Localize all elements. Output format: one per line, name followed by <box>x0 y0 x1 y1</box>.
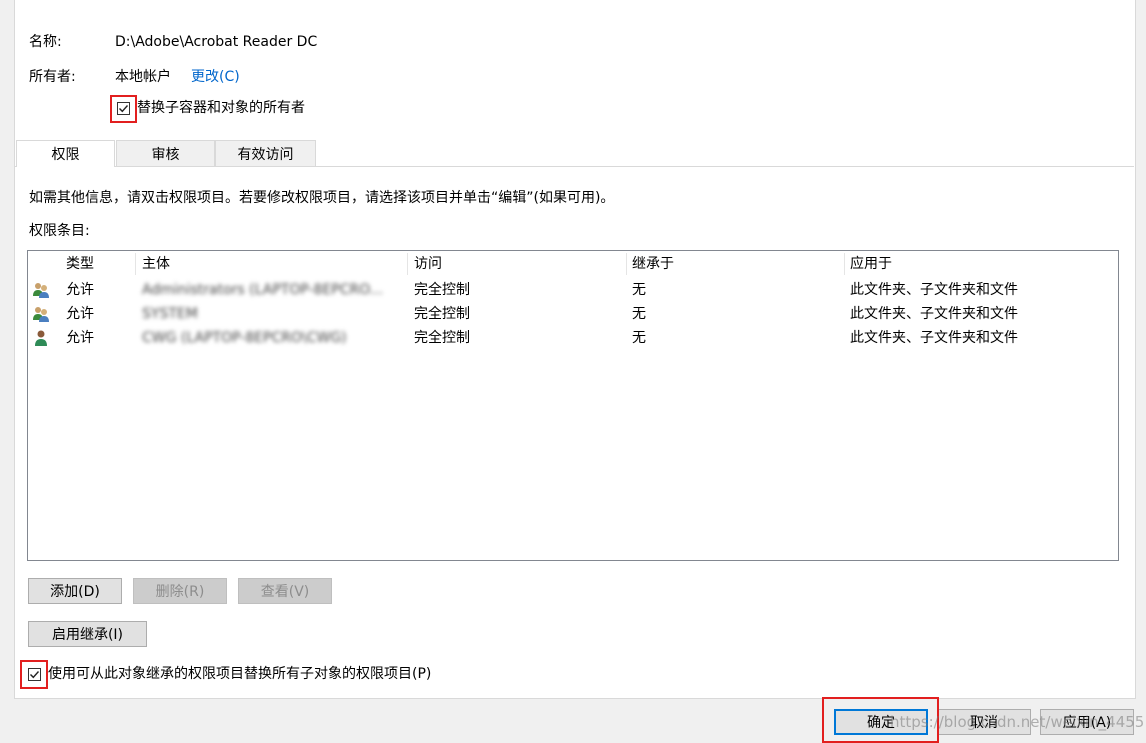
watermark: https://blog.csdn.net/weixin_44551277 <box>890 713 1146 731</box>
user-group-icon <box>33 307 49 322</box>
row-type: 允许 <box>66 330 94 346</box>
name-value: D:\Adobe\Acrobat Reader DC <box>115 34 318 50</box>
row-access: 完全控制 <box>414 306 470 322</box>
row-inherited-from: 无 <box>632 306 646 322</box>
row-applies-to: 此文件夹、子文件夹和文件 <box>850 330 1018 346</box>
name-label: 名称: <box>29 34 62 50</box>
table-row[interactable]: 允许 Administrators (LAPTOP-8EPCRO... 完全控制… <box>28 278 1118 302</box>
enable-inheritance-button[interactable]: 启用继承(I) <box>28 621 147 647</box>
tab-permissions[interactable]: 权限 <box>16 140 115 167</box>
add-button[interactable]: 添加(D) <box>28 578 122 604</box>
row-type: 允许 <box>66 306 94 322</box>
column-header-access[interactable]: 访问 <box>408 251 626 278</box>
row-inherited-from: 无 <box>632 330 646 346</box>
checkmark-icon <box>30 671 40 679</box>
row-applies-to: 此文件夹、子文件夹和文件 <box>850 306 1018 322</box>
row-access: 完全控制 <box>414 330 470 346</box>
user-group-icon <box>33 283 49 298</box>
table-row[interactable]: 允许 CWG (LAPTOP-8EPCRO\CWG) 完全控制 无 此文件夹、子… <box>28 326 1118 350</box>
replace-owner-label: 替换子容器和对象的所有者 <box>137 100 305 116</box>
tab-auditing[interactable]: 审核 <box>116 140 215 166</box>
permission-entries-label: 权限条目: <box>29 223 90 239</box>
user-icon <box>35 330 47 346</box>
column-header-type[interactable]: 类型 <box>60 251 136 278</box>
instruction-text: 如需其他信息，请双击权限项目。若要修改权限项目，请选择该项目并单击“编辑”(如果… <box>29 190 615 206</box>
owner-change-link[interactable]: 更改(C) <box>191 67 240 87</box>
column-header-applies-to[interactable]: 应用于 <box>844 251 1114 278</box>
row-principal: Administrators (LAPTOP-8EPCRO... <box>142 282 384 298</box>
row-type: 允许 <box>66 282 94 298</box>
column-header-principal[interactable]: 主体 <box>136 251 407 278</box>
checkmark-icon <box>119 105 129 113</box>
row-principal: CWG (LAPTOP-8EPCRO\CWG) <box>142 330 347 346</box>
replace-owner-checkbox[interactable] <box>117 102 130 115</box>
tab-effective-access[interactable]: 有效访问 <box>215 140 316 166</box>
tab-strip-line <box>14 166 1134 167</box>
row-principal: SYSTEM <box>142 306 198 322</box>
owner-label: 所有者: <box>29 69 76 85</box>
owner-value: 本地帐户 <box>115 69 171 85</box>
table-row[interactable]: 允许 SYSTEM 完全控制 无 此文件夹、子文件夹和文件 <box>28 302 1118 326</box>
remove-button[interactable]: 删除(R) <box>133 578 227 604</box>
row-applies-to: 此文件夹、子文件夹和文件 <box>850 282 1018 298</box>
replace-child-permissions-label: 使用可从此对象继承的权限项目替换所有子对象的权限项目(P) <box>48 666 432 682</box>
row-inherited-from: 无 <box>632 282 646 298</box>
replace-child-permissions-checkbox[interactable] <box>28 668 41 681</box>
permission-entries-list[interactable]: 类型 主体 访问 继承于 应用于 允许 Administrators (LAPT… <box>27 250 1119 561</box>
row-access: 完全控制 <box>414 282 470 298</box>
column-header-inherited-from[interactable]: 继承于 <box>626 251 844 278</box>
view-button[interactable]: 查看(V) <box>238 578 332 604</box>
